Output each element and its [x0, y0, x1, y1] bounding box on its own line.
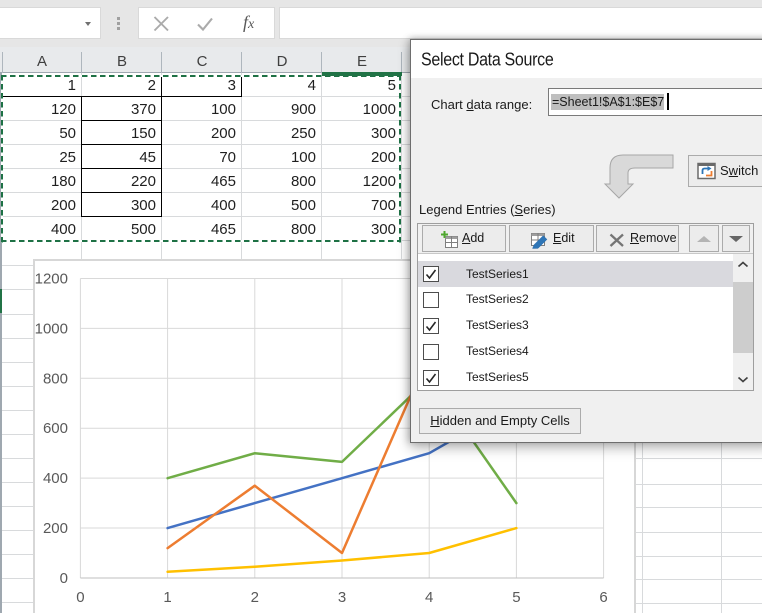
svg-text:4: 4: [425, 589, 433, 606]
svg-text:5: 5: [512, 589, 520, 606]
svg-text:2: 2: [251, 589, 259, 606]
svg-text:1000: 1000: [35, 320, 68, 337]
svg-text:600: 600: [43, 420, 68, 437]
svg-text:1: 1: [163, 589, 171, 606]
svg-text:1200: 1200: [35, 271, 68, 288]
svg-text:800: 800: [43, 370, 68, 387]
svg-text:6: 6: [599, 589, 607, 606]
svg-text:0: 0: [60, 570, 68, 587]
svg-text:3: 3: [338, 589, 346, 606]
svg-text:200: 200: [43, 520, 68, 537]
svg-text:400: 400: [43, 470, 68, 487]
svg-text:0: 0: [76, 589, 84, 606]
